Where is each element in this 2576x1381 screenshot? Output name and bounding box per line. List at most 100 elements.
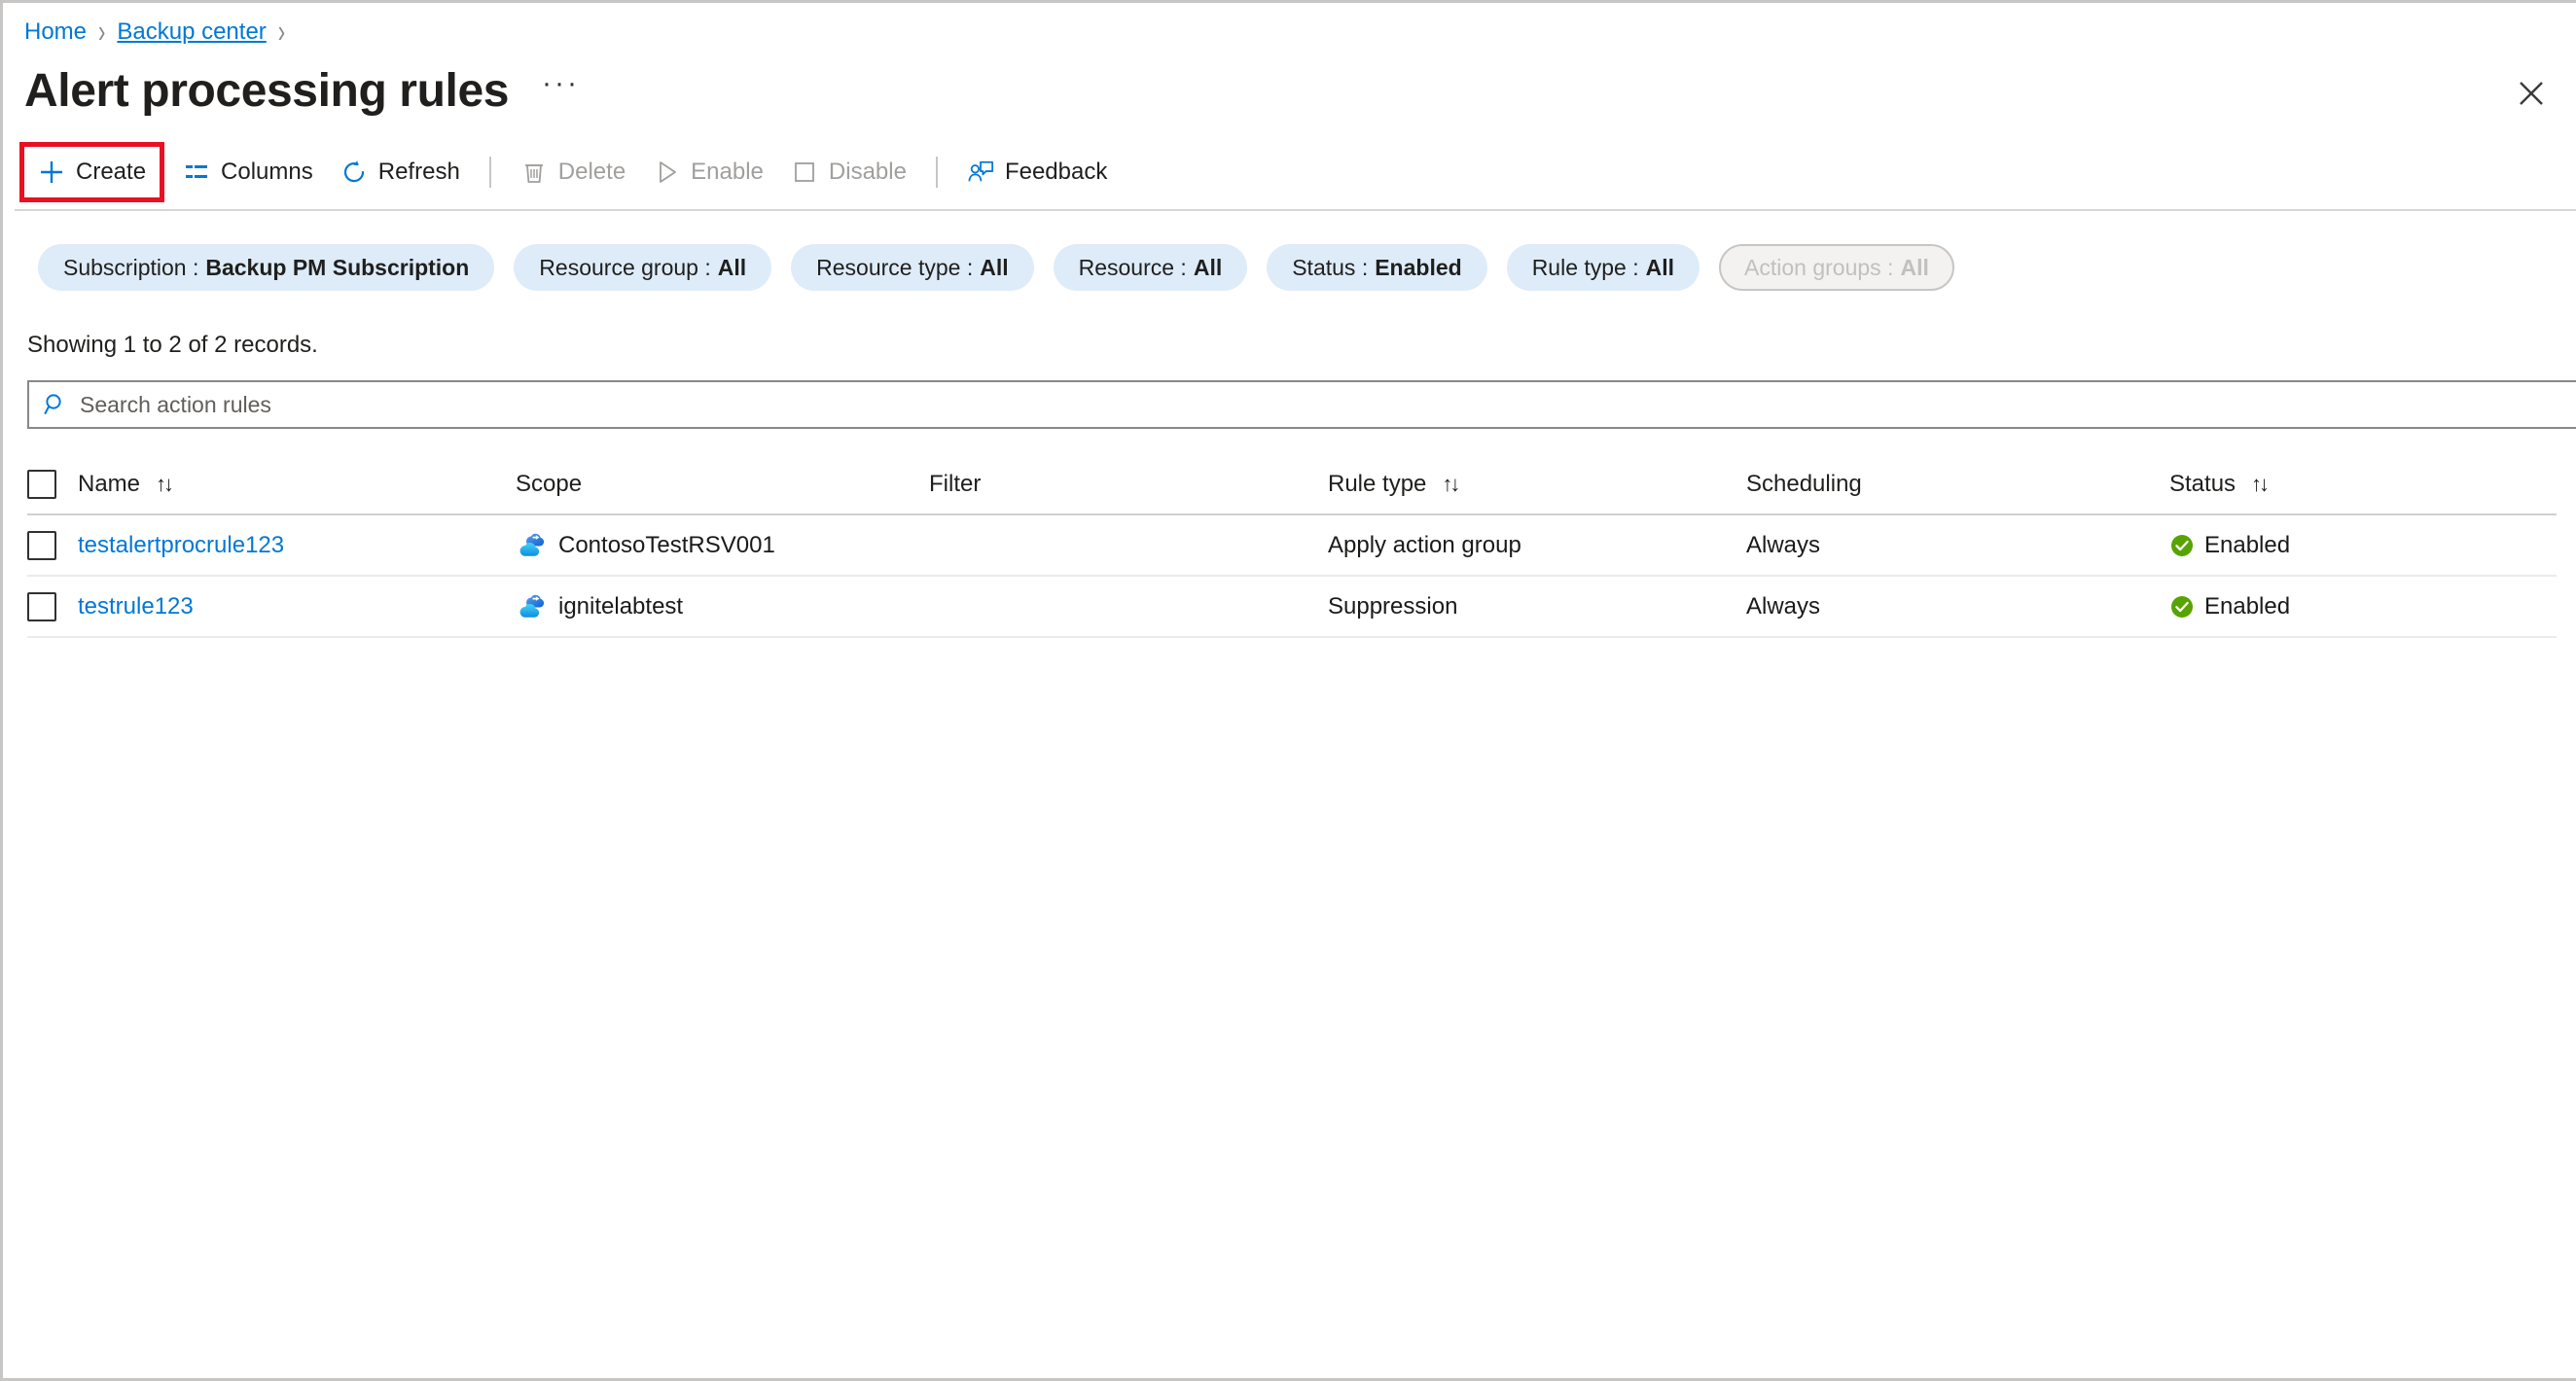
column-header-name-label: Name	[78, 470, 141, 497]
row-name-cell: testrule123	[78, 593, 516, 620]
toolbar-separator-2	[935, 157, 938, 189]
filter-pill-action-groups: Action groups : All	[1719, 244, 1954, 292]
row-scheduling-cell: Always	[1746, 592, 1821, 620]
row-status-cell: Enabled	[2169, 593, 2490, 620]
column-header-name[interactable]: Name ↑↓	[78, 471, 516, 498]
columns-button-label: Columns	[221, 159, 313, 186]
filter-pill-resource-group[interactable]: Resource group : All	[514, 244, 772, 292]
close-icon[interactable]	[2514, 76, 2549, 111]
filter-pill-resource-group-value: All	[717, 254, 747, 280]
refresh-button-label: Refresh	[377, 159, 460, 186]
trash-icon	[520, 159, 548, 186]
row-select-cell	[27, 591, 78, 621]
create-button[interactable]: Create	[18, 142, 165, 203]
breadcrumb-separator-icon-2: ›	[277, 13, 286, 51]
search-icon	[43, 392, 68, 417]
row-select-cell	[27, 530, 78, 560]
disable-button-label: Disable	[828, 159, 907, 186]
table-header-row: Name ↑↓ Scope Filter Rule type ↑↓ Schedu…	[27, 454, 2557, 516]
check-circle-icon	[2169, 533, 2195, 558]
columns-icon	[183, 159, 210, 186]
play-icon	[653, 159, 680, 186]
records-summary: Showing 1 to 2 of 2 records.	[27, 332, 318, 359]
column-header-scheduling[interactable]: Scheduling	[1746, 471, 2169, 498]
delete-button-label: Delete	[557, 159, 626, 186]
select-all-checkbox[interactable]	[27, 469, 56, 499]
row-status-label: Enabled	[2204, 531, 2291, 558]
filter-pill-resource-type-value: All	[980, 254, 1009, 280]
sort-name-icon[interactable]: ↑↓	[156, 472, 174, 497]
column-header-scope[interactable]: Scope	[516, 471, 929, 498]
row-checkbox[interactable]	[27, 591, 56, 621]
plus-icon	[38, 159, 65, 186]
columns-button[interactable]: Columns	[169, 147, 327, 197]
filter-pill-resource-type-name: Resource type	[816, 254, 961, 280]
search-input[interactable]	[80, 382, 2576, 428]
column-header-rule-type-label: Rule type	[1328, 470, 1427, 497]
select-all-cell	[27, 469, 78, 499]
column-header-status-label: Status	[2169, 470, 2236, 497]
row-scope-cell: ContosoTestRSV001	[516, 529, 929, 562]
row-rule-type-cell: Suppression	[1328, 592, 1458, 620]
breadcrumb: Home › Backup center ›	[3, 3, 2576, 51]
rule-name-link[interactable]: testalertprocrule123	[78, 532, 284, 559]
feedback-button[interactable]: Feedback	[953, 147, 1121, 197]
filter-pill-resource-name: Resource	[1078, 254, 1175, 280]
enable-button-label: Enable	[691, 159, 764, 186]
row-scope-label: ignitelabtest	[558, 592, 684, 620]
column-header-status[interactable]: Status ↑↓	[2169, 471, 2490, 498]
row-checkbox[interactable]	[27, 530, 56, 560]
column-header-filter-label: Filter	[929, 470, 982, 497]
filter-pill-subscription[interactable]: Subscription : Backup PM Subscription	[38, 244, 495, 292]
column-header-filter[interactable]: Filter	[929, 471, 1328, 498]
rule-name-link[interactable]: testrule123	[78, 593, 194, 620]
alert-processing-rules-table: Name ↑↓ Scope Filter Rule type ↑↓ Schedu…	[27, 454, 2557, 639]
recovery-services-vault-icon	[516, 529, 549, 562]
filter-pill-rule-type-value: All	[1645, 254, 1675, 280]
search-box[interactable]	[27, 380, 2576, 430]
filter-pill-status[interactable]: Status : Enabled	[1267, 244, 1487, 292]
feedback-icon	[967, 159, 994, 186]
sort-status-icon[interactable]: ↑↓	[2251, 472, 2270, 497]
filter-pill-action-groups-value: All	[1900, 254, 1929, 280]
filter-pill-subscription-name: Subscription	[63, 254, 187, 280]
refresh-icon	[340, 159, 368, 186]
create-button-label: Create	[76, 159, 147, 186]
column-header-scope-label: Scope	[516, 470, 583, 497]
delete-button[interactable]: Delete	[507, 147, 639, 197]
check-circle-icon	[2169, 594, 2195, 620]
column-header-rule-type[interactable]: Rule type ↑↓	[1328, 471, 1746, 498]
alert-processing-rules-blade: Home › Backup center › Alert processing …	[0, 0, 2576, 1381]
row-status-cell: Enabled	[2169, 532, 2490, 559]
filter-pill-resource[interactable]: Resource : All	[1053, 244, 1248, 292]
filter-pill-status-value: Enabled	[1375, 254, 1462, 280]
filter-pill-rule-type[interactable]: Rule type : All	[1506, 244, 1700, 292]
row-scheduling-cell: Always	[1746, 531, 1821, 558]
filter-pill-rule-type-name: Rule type	[1531, 254, 1627, 280]
row-rule-type-cell: Apply action group	[1328, 531, 1521, 558]
breadcrumb-item-backup-center[interactable]: Backup center	[117, 18, 266, 46]
enable-button[interactable]: Enable	[639, 147, 777, 197]
filter-pill-subscription-value: Backup PM Subscription	[205, 254, 470, 280]
table-row[interactable]: testrule123 ignitelabtest Suppression Al…	[27, 577, 2557, 639]
command-toolbar: Create Columns Refresh Delete Enable Dis…	[3, 142, 2576, 203]
row-name-cell: testalertprocrule123	[78, 532, 516, 559]
table-row[interactable]: testalertprocrule123 ContosoTestRSV001 A…	[27, 515, 2557, 578]
disable-button[interactable]: Disable	[777, 147, 920, 197]
more-options-button[interactable]: ···	[536, 69, 586, 114]
recovery-services-vault-icon	[516, 590, 549, 623]
breadcrumb-item-home[interactable]: Home	[24, 18, 87, 46]
filter-pill-resource-group-name: Resource group	[539, 254, 698, 280]
square-icon	[791, 159, 818, 186]
sort-rule-type-icon[interactable]: ↑↓	[1442, 472, 1460, 497]
row-scope-label: ContosoTestRSV001	[558, 531, 775, 558]
feedback-button-label: Feedback	[1004, 159, 1108, 186]
filter-pill-bar: Subscription : Backup PM Subscription Res…	[3, 211, 2576, 292]
breadcrumb-separator-icon: ›	[98, 13, 106, 51]
refresh-button[interactable]: Refresh	[327, 147, 474, 197]
row-status-label: Enabled	[2204, 592, 2291, 620]
filter-pill-resource-value: All	[1193, 254, 1223, 280]
row-scope-cell: ignitelabtest	[516, 590, 929, 623]
filter-pill-resource-type[interactable]: Resource type : All	[791, 244, 1034, 292]
title-row: Alert processing rules ···	[3, 46, 2576, 116]
